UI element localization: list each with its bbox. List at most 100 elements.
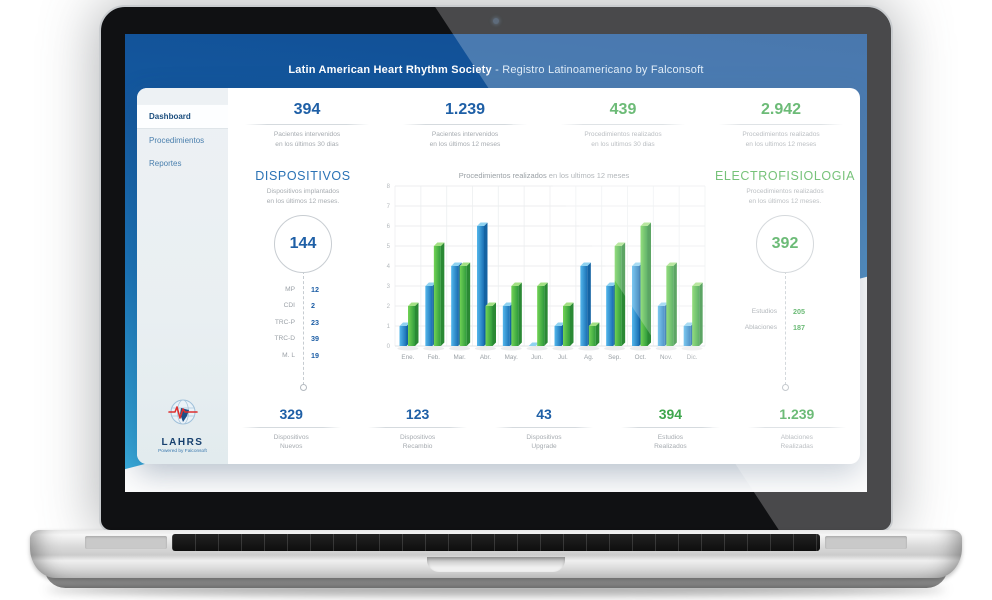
devices-panel: DISPOSITIVOS Dispositivos implantadosen … [228, 169, 378, 399]
device-value: 19 [311, 351, 378, 360]
stat-label-line2: Realizadas [781, 443, 814, 450]
stat-divider [368, 427, 467, 428]
logo-powered-by: Powered by Falconsoft [137, 449, 228, 454]
device-row-ml: M. L19 [228, 347, 378, 364]
svg-text:Ene.: Ene. [401, 354, 414, 361]
connector-end-dot [782, 384, 789, 391]
stat-label-line2: Upgrade [531, 443, 556, 450]
ep-row-estudios: Estudios205 [710, 303, 860, 320]
logo-name: LAHRS [137, 437, 228, 448]
stat-divider [748, 427, 847, 428]
stat-value: 123 [354, 405, 480, 423]
stat-ablaciones-realizadas: 1.239 AblacionesRealizadas [734, 405, 860, 452]
stat-label-line1: Dispositivos [526, 434, 561, 441]
top-stats-row: 394 Pacientes intervenidos en los últimos… [228, 100, 860, 149]
stat-label: Pacientes intervenidos en los últimos 12 … [386, 130, 544, 149]
devices-list: MP 12 CDI 2 TRC-P23 TRC-D 39 M. L19 [228, 281, 378, 364]
device-label: MP [228, 286, 295, 293]
stat-label-line2: en los ultimos 30 dias [591, 141, 654, 148]
sidebar: Dashboard Procedimientos Reportes [137, 88, 228, 464]
device-label: CDI [228, 302, 295, 309]
stat-label-line2: Realizados [654, 443, 687, 450]
svg-text:3: 3 [387, 284, 391, 290]
app-title-sub: - Registro Latinoamericano by Falconsoft [492, 64, 704, 76]
lahrs-globe-icon [166, 398, 200, 430]
stat-divider [242, 427, 341, 428]
sidebar-item-reportes[interactable]: Reportes [137, 152, 228, 175]
stat-label-line1: Pacientes intervenidos [274, 131, 340, 138]
devices-total-circle: 144 [274, 215, 332, 273]
stat-value: 2.942 [702, 100, 860, 120]
device-row-trcp: TRC-P23 [228, 314, 378, 331]
svg-text:May.: May. [505, 354, 518, 361]
svg-text:Nov.: Nov. [660, 354, 673, 361]
stat-label: Dispositivos Upgrade [481, 433, 607, 452]
stat-value: 394 [607, 405, 733, 423]
svg-text:Jun.: Jun. [531, 354, 543, 361]
stat-value: 394 [228, 100, 386, 120]
stat-label-line1: Dispositivos [274, 434, 309, 441]
ep-total-circle: 392 [756, 215, 814, 273]
stat-label: Dispositivos Nuevos [228, 433, 354, 452]
stat-label-line2: Nuevos [280, 443, 302, 450]
sidebar-nav: Dashboard Procedimientos Reportes [137, 104, 228, 175]
stat-label-line2: en los últimos 30 dias [275, 141, 338, 148]
ep-panel-title: ELECTROFISIOLOGIA [710, 169, 860, 183]
laptop-screen: Latin American Heart Rhythm Society - Re… [99, 5, 893, 532]
middle-row: DISPOSITIVOS Dispositivos implantadosen … [228, 169, 860, 399]
device-label: TRC-D [228, 335, 295, 342]
stat-label-line2: Recambio [403, 443, 433, 450]
speaker-grille-left [85, 536, 167, 549]
device-value: 23 [311, 318, 378, 327]
stat-divider [719, 124, 842, 125]
electrophysiology-panel: ELECTROFISIOLOGIA Procedimientos realiza… [710, 169, 860, 399]
bottom-stats-row: 329 Dispositivos Nuevos 123 Dispositivos R… [228, 405, 860, 452]
svg-text:Jul.: Jul. [558, 354, 568, 361]
stat-label-line2: en los últimos 12 meses [430, 141, 501, 148]
laptop-base [30, 530, 962, 578]
bar-chart: 012345678Ene.Feb.Mar.Abr.May.Jun.Jul.Ag.… [379, 182, 709, 375]
svg-text:4: 4 [387, 264, 391, 270]
stat-pacientes-12m: 1.239 Pacientes intervenidos en los últim… [386, 100, 544, 149]
stat-pacientes-30d: 394 Pacientes intervenidos en los últimos… [228, 100, 386, 149]
ep-value: 187 [793, 323, 860, 332]
svg-text:2: 2 [387, 304, 391, 310]
stat-label-line1: Ablaciones [781, 434, 813, 441]
stat-value: 329 [228, 405, 354, 423]
device-row-mp: MP 12 [228, 281, 378, 298]
subtitle-line1: Dispositivos implantados [267, 188, 340, 195]
stat-divider [621, 427, 720, 428]
device-value: 39 [311, 334, 378, 343]
stat-divider [561, 124, 684, 125]
app-title: Latin American Heart Rhythm Society - Re… [125, 64, 867, 76]
webcam-icon [493, 18, 499, 24]
stat-value: 1.239 [386, 100, 544, 120]
stat-label-line1: Procedimientos realizados [584, 131, 661, 138]
logo-block: LAHRS Powered by Falconsoft [137, 398, 228, 454]
svg-text:Abr.: Abr. [480, 354, 491, 361]
ep-panel-subtitle: Procedimientos realizadosen los últimos … [710, 187, 860, 207]
sidebar-item-dashboard[interactable]: Dashboard [137, 104, 228, 129]
svg-text:7: 7 [387, 204, 391, 210]
stat-divider [403, 124, 526, 125]
stat-value: 43 [481, 405, 607, 423]
trackpad-notch [427, 557, 565, 572]
chart-section: Procedimientos realizados en los ultimos… [378, 169, 710, 399]
sidebar-item-procedimientos[interactable]: Procedimientos [137, 129, 228, 152]
svg-text:0: 0 [387, 344, 391, 350]
subtitle-line2: en los últimos 12 meses. [267, 198, 340, 205]
device-row-trcd: TRC-D 39 [228, 330, 378, 347]
devices-panel-subtitle: Dispositivos implantados en los últimos 1… [228, 187, 378, 207]
stat-label-line1: Pacientes intervenidos [432, 131, 498, 138]
ep-row-ablaciones: Ablaciones 187 [710, 319, 860, 336]
svg-text:Feb.: Feb. [427, 354, 440, 361]
ep-label: Ablaciones [710, 324, 777, 331]
device-value: 2 [311, 301, 378, 310]
stat-label-line1: Procedimientos realizados [742, 131, 819, 138]
device-value: 12 [311, 285, 378, 294]
stat-divider [495, 427, 594, 428]
svg-text:6: 6 [387, 224, 391, 230]
svg-text:Mar.: Mar. [453, 354, 465, 361]
stat-dispositivos-upgrade: 43 Dispositivos Upgrade [481, 405, 607, 452]
ep-list: Estudios205 Ablaciones 187 [710, 303, 860, 336]
